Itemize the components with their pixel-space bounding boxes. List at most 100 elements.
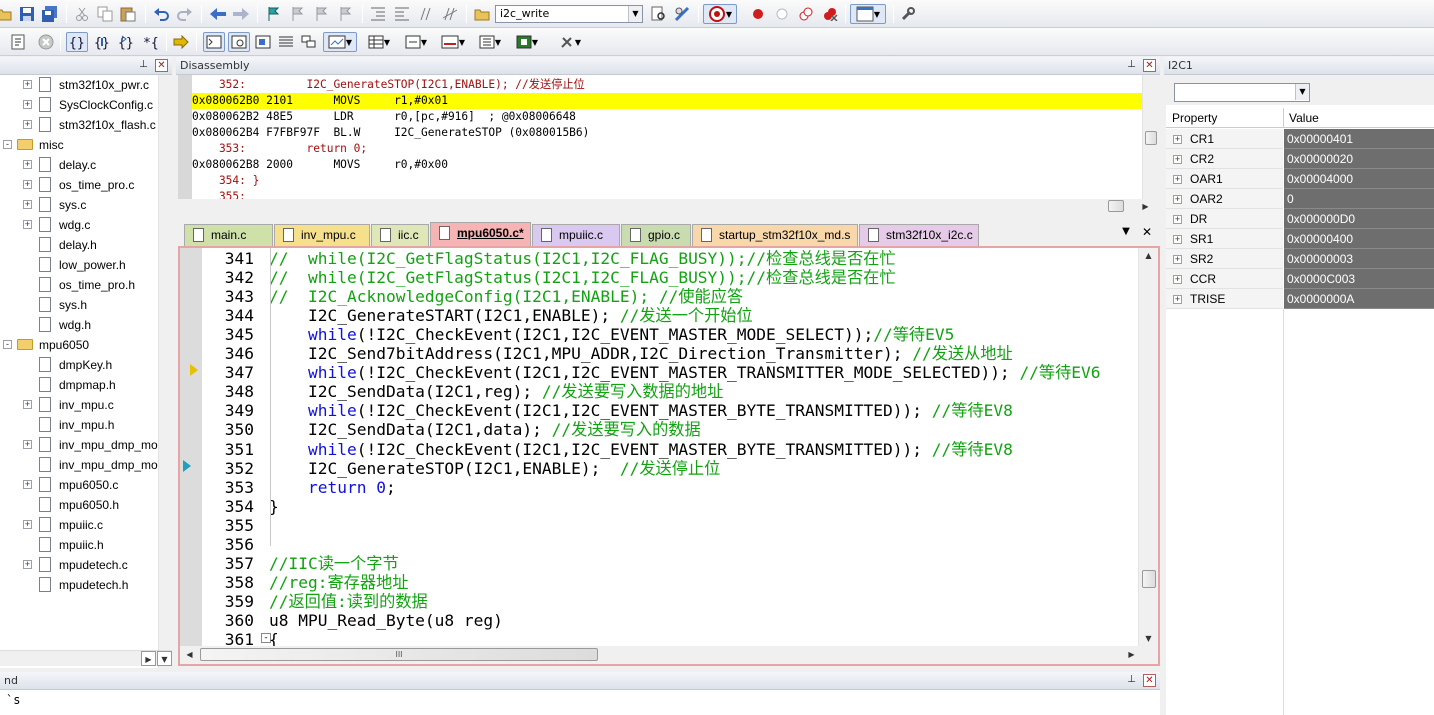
expand-icon[interactable]: +: [23, 480, 32, 489]
save-icon[interactable]: [17, 4, 37, 24]
tab-startup-stm32f10x-md-s[interactable]: startup_stm32f10x_md.s: [692, 224, 858, 246]
indent-icon[interactable]: [368, 4, 388, 24]
tree-file[interactable]: mpuiic.h: [0, 535, 160, 555]
tree-file[interactable]: + wdg.c: [0, 215, 160, 235]
disassembly-source-line[interactable]: 355:: [192, 189, 1142, 199]
register-value[interactable]: 0: [1284, 189, 1434, 209]
register-value[interactable]: 0x00000401: [1284, 129, 1434, 149]
register-row[interactable]: CCR +0x0000C003: [1166, 269, 1434, 289]
find-in-files-icon[interactable]: [472, 4, 492, 24]
run-to-cursor-icon[interactable]: *{}: [141, 32, 161, 52]
tree-file[interactable]: + stm32f10x_pwr.c: [0, 75, 160, 95]
close-icon[interactable]: ✕: [155, 59, 168, 72]
tab-list-chevron-icon[interactable]: ▼: [1119, 226, 1133, 240]
command-window-icon[interactable]: [203, 32, 225, 52]
tree-file[interactable]: os_time_pro.h: [0, 275, 160, 295]
expand-icon[interactable]: +: [23, 440, 32, 449]
pin-icon[interactable]: ⊥: [1125, 59, 1138, 72]
code-line[interactable]: 342 // while(I2C_GetFlagStatus(I2C1,I2C_F…: [180, 268, 1140, 287]
scroll-thumb[interactable]: [1142, 570, 1156, 588]
close-icon[interactable]: ✕: [1143, 59, 1156, 72]
code-line[interactable]: 356: [180, 535, 1140, 554]
disassembly-view[interactable]: 352: I2C_GenerateSTOP(I2C1,ENABLE); //发送…: [178, 75, 1142, 199]
tab-stm32f10x-i2c-c[interactable]: stm32f10x_i2c.c: [859, 224, 979, 246]
expand-icon[interactable]: +: [1173, 175, 1182, 184]
project-tree-vscroll[interactable]: [158, 75, 172, 668]
code-line[interactable]: 353 return 0;: [180, 478, 1140, 497]
disassembly-source-line[interactable]: 354: }: [192, 173, 1142, 189]
tree-file[interactable]: mpudetech.h: [0, 575, 160, 595]
disassembly-window-icon[interactable]: [228, 32, 250, 52]
expand-icon[interactable]: +: [1173, 295, 1182, 304]
code-line[interactable]: 358 //reg:寄存器地址: [180, 573, 1140, 592]
pin-icon[interactable]: ⊥: [137, 59, 150, 72]
tree-file[interactable]: inv_mpu_dmp_mo: [0, 455, 160, 475]
tree-file[interactable]: + sys.c: [0, 195, 160, 215]
code-line[interactable]: 347 while(!I2C_CheckEvent(I2C1,I2C_EVENT…: [180, 363, 1140, 382]
expand-icon[interactable]: +: [23, 120, 32, 129]
configure-icon[interactable]: [898, 4, 918, 24]
expand-icon[interactable]: +: [1173, 255, 1182, 264]
code-line[interactable]: 343 // I2C_AcknowledgeConfig(I2C1,ENABLE)…: [180, 287, 1140, 306]
breakpoint-disable-all-icon[interactable]: [796, 4, 816, 24]
expand-icon[interactable]: +: [1173, 215, 1182, 224]
step-over-icon[interactable]: {}: [92, 32, 112, 52]
editor-hscroll[interactable]: ◀ III ▶: [180, 646, 1158, 664]
tab-main-c[interactable]: main.c: [184, 224, 273, 246]
code-line[interactable]: 344 I2C_GenerateSTART(I2C1,ENABLE); //发送…: [180, 306, 1140, 325]
code-line[interactable]: 341 // while(I2C_GetFlagStatus(I2C1,I2C_F…: [180, 249, 1140, 268]
register-row[interactable]: CR1 +0x00000401: [1166, 129, 1434, 149]
tree-folder[interactable]: - mpu6050: [0, 335, 160, 355]
register-row[interactable]: SR2 +0x00000003: [1166, 249, 1434, 269]
bookmark-clear-icon[interactable]: [336, 4, 356, 24]
registers-window-icon[interactable]: [276, 32, 296, 52]
window-layout-icon[interactable]: ▼: [850, 4, 886, 24]
tree-file[interactable]: + delay.c: [0, 155, 160, 175]
register-value[interactable]: 0x00000020: [1284, 149, 1434, 169]
breakpoint-insert-icon[interactable]: [748, 4, 768, 24]
paste-icon[interactable]: [118, 4, 138, 24]
redo-icon[interactable]: [175, 4, 195, 24]
disassembly-hscroll[interactable]: ▶: [178, 199, 1160, 214]
tab-mpu6050-c[interactable]: mpu6050.c*: [430, 222, 531, 246]
bookmark-prev-icon[interactable]: [288, 4, 308, 24]
chevron-down-icon[interactable]: ▼: [1295, 84, 1309, 100]
scroll-down-icon[interactable]: ▼: [1141, 631, 1156, 646]
tree-file[interactable]: low_power.h: [0, 255, 160, 275]
undo-icon[interactable]: [151, 4, 171, 24]
tree-file[interactable]: dmpKey.h: [0, 355, 160, 375]
disassembly-instruction-line[interactable]: 0x080062B8 2000 MOVS r0,#0x00: [192, 157, 1142, 173]
step-out-icon[interactable]: {}: [116, 32, 136, 52]
analysis-window-icon[interactable]: ▼: [437, 32, 469, 52]
debug-session-icon[interactable]: ▼: [703, 4, 737, 24]
scroll-left-icon[interactable]: ◀: [182, 647, 197, 662]
system-viewer-icon[interactable]: ▼: [511, 32, 543, 52]
bookmark-next-icon[interactable]: [312, 4, 332, 24]
register-row[interactable]: CR2 +0x00000020: [1166, 149, 1434, 169]
code-line[interactable]: 359 //返回值:读到的数据: [180, 592, 1140, 611]
tree-file[interactable]: + stm32f10x_flash.c: [0, 115, 160, 135]
disassembly-source-line[interactable]: 352: I2C_GenerateSTOP(I2C1,ENABLE); //发送…: [192, 77, 1142, 93]
code-line[interactable]: 350 I2C_SendData(I2C1,data); //发送要写入的数据: [180, 420, 1140, 439]
disassembly-instruction-line[interactable]: 0x080062B2 48E5 LDR r0,[pc,#916] ; @0x08…: [192, 109, 1142, 125]
toolbox-icon[interactable]: ▼: [554, 32, 586, 52]
expand-icon[interactable]: +: [23, 180, 32, 189]
close-icon[interactable]: ✕: [1143, 674, 1156, 687]
project-tree-hscroll[interactable]: ▶ ▼: [0, 650, 172, 666]
target-combo[interactable]: i2c_write ▼: [495, 5, 643, 23]
expand-icon[interactable]: +: [23, 100, 32, 109]
serial-window-icon[interactable]: ▼: [400, 32, 432, 52]
call-stack-icon[interactable]: [299, 32, 319, 52]
chevron-down-icon[interactable]: ▼: [628, 6, 642, 22]
tree-file[interactable]: + mpuiic.c: [0, 515, 160, 535]
expand-icon[interactable]: +: [23, 220, 32, 229]
code-line[interactable]: 360 u8 MPU_Read_Byte(u8 reg): [180, 611, 1140, 630]
register-value[interactable]: 0x000000D0: [1284, 209, 1434, 229]
hscroll-thumb[interactable]: III: [200, 648, 598, 661]
save-all-icon[interactable]: [40, 4, 60, 24]
find-icon[interactable]: [649, 4, 669, 24]
disassembly-vscroll[interactable]: [1142, 75, 1160, 199]
tree-file[interactable]: + SysClockConfig.c: [0, 95, 160, 115]
expand-icon[interactable]: +: [23, 520, 32, 529]
code-line[interactable]: 346 I2C_Send7bitAddress(I2C1,MPU_ADDR,I2…: [180, 344, 1140, 363]
